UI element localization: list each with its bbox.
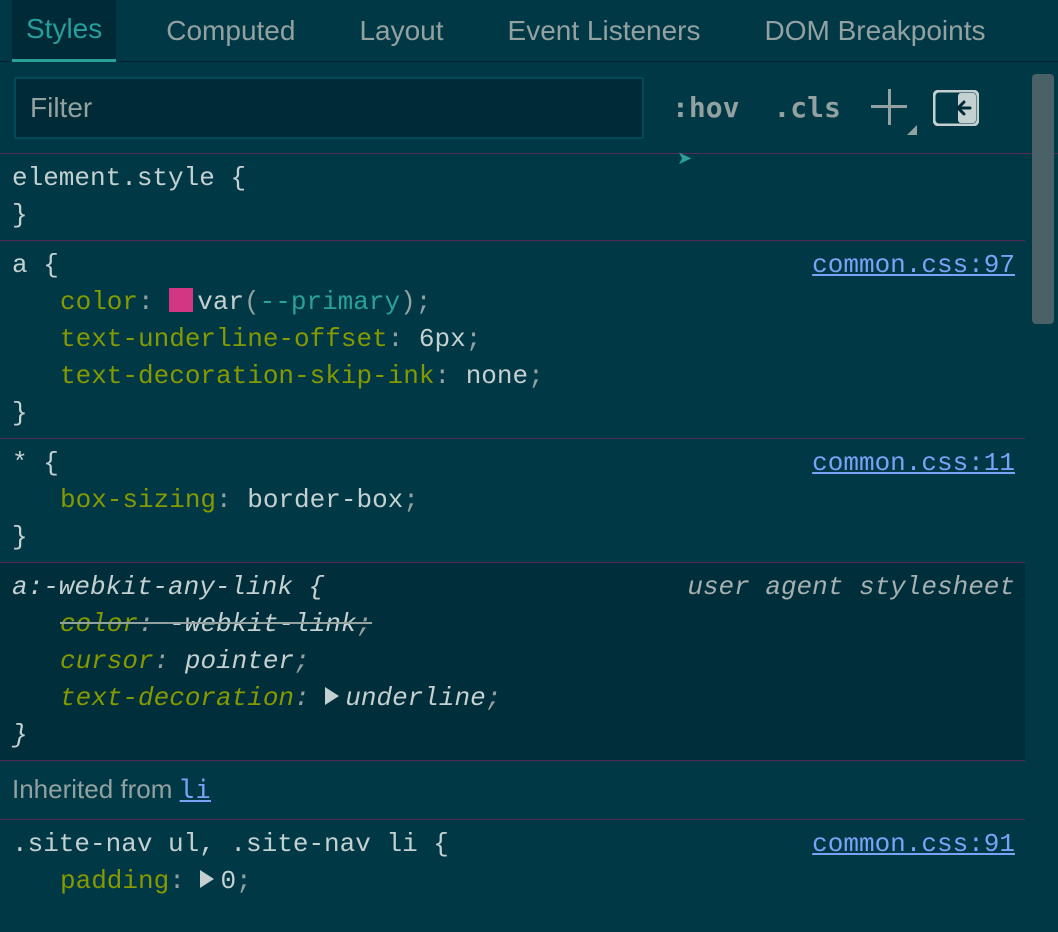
prop-padding[interactable]: padding: 0;	[12, 863, 1013, 900]
selector[interactable]: element.style	[12, 163, 215, 193]
prop-text-decoration-skip-ink[interactable]: text-decoration-skip-ink: none;	[12, 358, 1013, 395]
tab-computed[interactable]: Computed	[152, 1, 309, 61]
expand-icon[interactable]	[325, 687, 339, 705]
selector[interactable]: a	[12, 250, 28, 280]
cls-toggle[interactable]: .cls	[767, 87, 846, 128]
prop-color[interactable]: color: var(--primary);	[12, 284, 1013, 321]
rule-site-nav[interactable]: common.css:91 .site-nav ul, .site-nav li…	[0, 820, 1025, 906]
tab-layout[interactable]: Layout	[345, 1, 457, 61]
rule-a[interactable]: common.css:97 a { color: var(--primary);…	[0, 241, 1025, 439]
inherited-element-link[interactable]: li	[180, 775, 211, 805]
prop-text-decoration[interactable]: text-decoration: underline;	[12, 680, 1013, 717]
selector[interactable]: *	[12, 448, 28, 478]
css-variable-link[interactable]: --primary	[260, 287, 400, 317]
selector: a:-webkit-any-link	[12, 572, 293, 602]
new-style-rule-icon[interactable]	[869, 87, 911, 129]
tab-event-listeners[interactable]: Event Listeners	[494, 1, 715, 61]
tabs-bar: Styles Computed Layout Event Listeners D…	[0, 0, 1058, 62]
source-link[interactable]: common.css:11	[812, 445, 1015, 482]
tab-styles[interactable]: Styles	[12, 0, 116, 62]
prop-cursor[interactable]: cursor: pointer;	[12, 643, 1013, 680]
computed-panel-toggle-icon[interactable]	[933, 90, 979, 126]
color-swatch[interactable]	[169, 288, 193, 312]
prop-box-sizing[interactable]: box-sizing: border-box;	[12, 482, 1013, 519]
styles-toolbar: :hov .cls	[0, 62, 1058, 154]
rule-star[interactable]: common.css:11 * { box-sizing: border-box…	[0, 439, 1025, 563]
styles-content: element.style { } common.css:97 a { colo…	[0, 154, 1025, 925]
user-agent-label: user agent stylesheet	[687, 569, 1015, 606]
inherited-from-header: Inherited from li	[0, 761, 1025, 820]
source-link[interactable]: common.css:97	[812, 247, 1015, 284]
rule-user-agent[interactable]: user agent stylesheet a:-webkit-any-link…	[0, 563, 1025, 761]
tab-dom-breakpoints[interactable]: DOM Breakpoints	[751, 1, 1000, 61]
rule-element-style[interactable]: element.style { }	[0, 154, 1025, 241]
hov-toggle[interactable]: :hov	[666, 87, 745, 128]
expand-icon[interactable]	[200, 870, 214, 888]
source-link[interactable]: common.css:91	[812, 826, 1015, 863]
selector[interactable]: .site-nav ul, .site-nav li	[12, 829, 418, 859]
scrollbar-thumb[interactable]	[1032, 74, 1054, 324]
prop-color-overridden[interactable]: color: -webkit-link;	[12, 606, 1013, 643]
filter-input[interactable]	[14, 77, 644, 139]
prop-text-underline-offset[interactable]: text-underline-offset: 6px;	[12, 321, 1013, 358]
